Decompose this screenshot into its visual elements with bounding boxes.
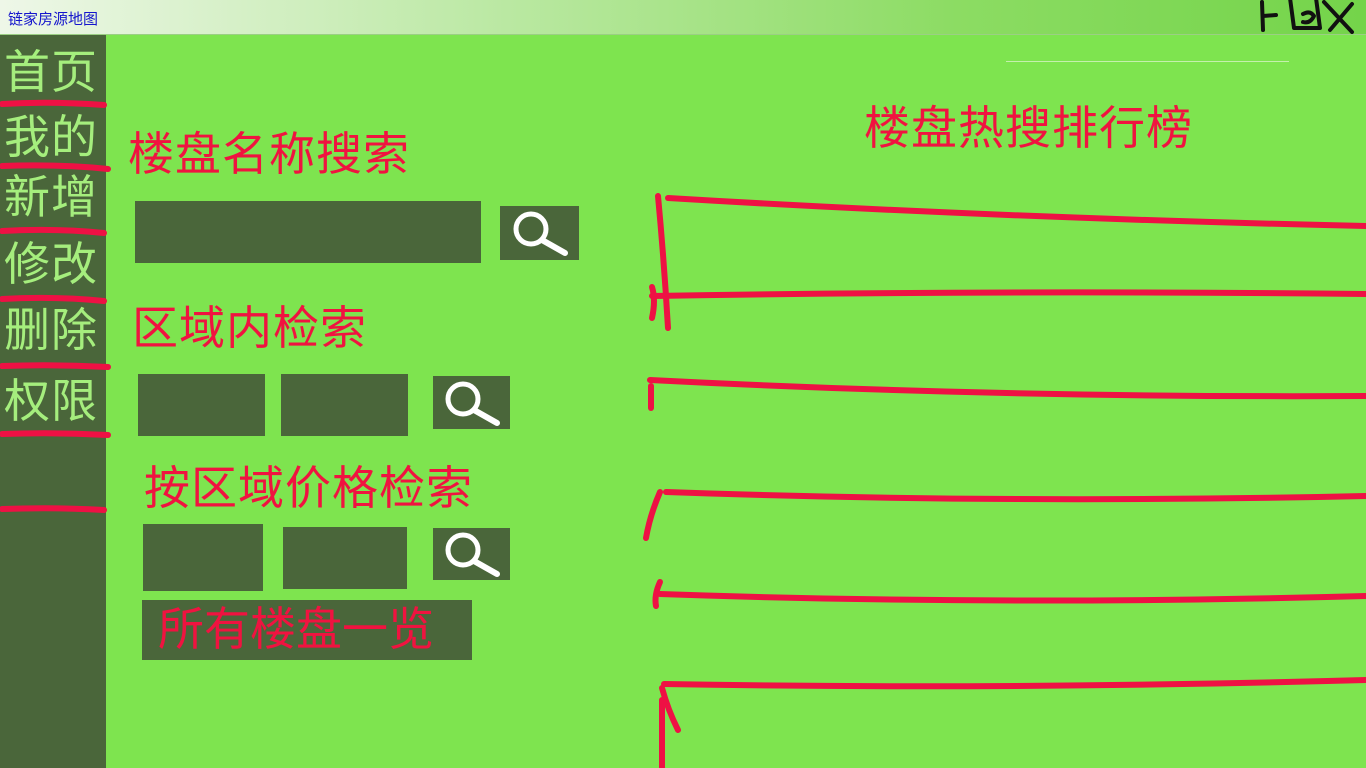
price-search-heading: 按区域价格检索 bbox=[144, 461, 473, 515]
district-search-heading: 区域内检索 bbox=[132, 301, 367, 355]
sidebar-item-mine[interactable]: 我的 bbox=[0, 106, 110, 168]
ranking-row-line bbox=[657, 591, 1366, 604]
close-icon bbox=[1322, 0, 1354, 34]
price-input-min[interactable] bbox=[143, 524, 263, 591]
ranking-list-border bbox=[649, 284, 657, 321]
sidebar-item-edit[interactable]: 修改 bbox=[0, 233, 110, 295]
name-search-button[interactable] bbox=[500, 206, 579, 260]
sidebar-item-add[interactable]: 新增 bbox=[0, 166, 110, 228]
ranking-list-border bbox=[659, 685, 681, 733]
district-input-1[interactable] bbox=[138, 374, 265, 436]
ranking-row-line bbox=[661, 677, 1366, 690]
ranking-row-line bbox=[665, 195, 1366, 229]
search-icon bbox=[513, 211, 568, 256]
price-search-button[interactable] bbox=[433, 528, 510, 580]
name-search-heading: 楼盘名称搜索 bbox=[128, 127, 410, 181]
ranking-list-border bbox=[643, 489, 663, 541]
app-title: 链家房源地图 bbox=[8, 10, 99, 28]
ranking-row-line bbox=[663, 489, 1366, 503]
all-listings-button[interactable]: 所有楼盘一览 bbox=[142, 600, 472, 660]
ranking-heading: 楼盘热搜排行榜 bbox=[864, 101, 1193, 155]
ranking-row-line bbox=[649, 289, 1366, 299]
ranking-list-border bbox=[652, 579, 663, 609]
price-input-max[interactable] bbox=[283, 527, 407, 589]
ranking-row-line bbox=[647, 377, 1366, 400]
search-icon bbox=[445, 532, 500, 577]
sidebar-item-home[interactable]: 首页 bbox=[0, 41, 110, 103]
ranking-list-border bbox=[655, 193, 671, 331]
district-search-button[interactable] bbox=[433, 376, 510, 429]
sidebar-item-delete[interactable]: 删除 bbox=[0, 299, 110, 361]
ranking-divider bbox=[1006, 61, 1289, 62]
name-search-input[interactable] bbox=[135, 201, 481, 263]
sidebar-item-permissions[interactable]: 权限 bbox=[0, 370, 110, 432]
window-controls-sketch[interactable] bbox=[1206, 0, 1366, 34]
title-bar: 链家房源地图 bbox=[0, 0, 1366, 35]
district-input-2[interactable] bbox=[281, 374, 408, 436]
search-icon bbox=[445, 381, 500, 426]
